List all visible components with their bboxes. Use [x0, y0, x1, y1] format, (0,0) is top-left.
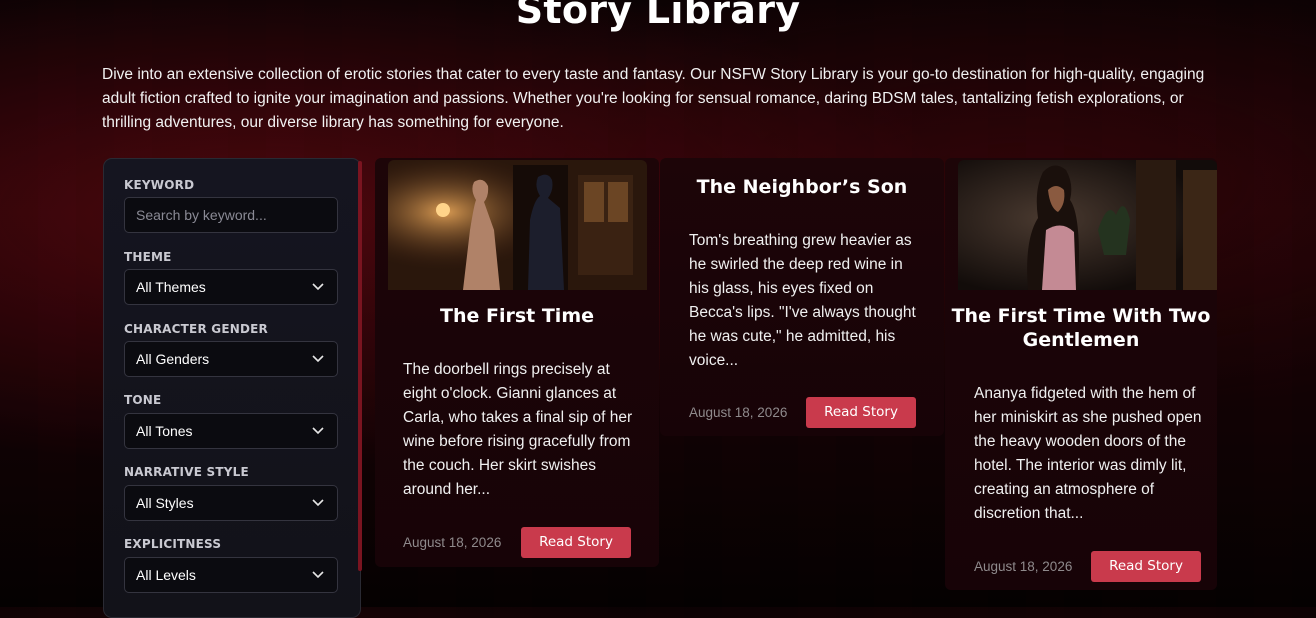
story-excerpt: Ananya fidgeted with the hem of her mini… — [974, 385, 1202, 522]
story-date: August 18, 2026 — [974, 559, 1073, 574]
theme-select-value: All Themes — [136, 279, 206, 295]
character-gender-select[interactable]: All Genders — [124, 341, 338, 377]
page-title: Story Library — [515, 0, 801, 32]
story-date: August 18, 2026 — [689, 405, 788, 420]
explicitness-label: EXPLICITNESS — [124, 537, 222, 551]
story-title[interactable]: The Neighbor’s Son — [660, 175, 944, 199]
story-date: August 18, 2026 — [403, 535, 502, 550]
keyword-search-input[interactable] — [124, 197, 338, 233]
filter-sidebar: KEYWORD THEME All Themes CHARACTER GENDE… — [103, 158, 362, 618]
chevron-down-icon — [312, 283, 324, 291]
read-story-button[interactable]: Read Story — [806, 397, 916, 428]
read-story-button[interactable]: Read Story — [1091, 551, 1201, 582]
explicitness-select-value: All Levels — [136, 567, 196, 583]
sidebar-scrollbar[interactable] — [358, 161, 362, 571]
theme-label: THEME — [124, 250, 172, 264]
chevron-down-icon — [312, 355, 324, 363]
story-title[interactable]: The First Time — [375, 304, 659, 328]
tone-label: TONE — [124, 393, 162, 407]
chevron-down-icon — [312, 499, 324, 507]
woman-hotel-image — [958, 160, 1217, 290]
story-thumbnail[interactable] — [958, 160, 1217, 290]
chevron-down-icon — [312, 571, 324, 579]
tone-select-value: All Tones — [136, 423, 193, 439]
story-thumbnail[interactable] — [388, 160, 647, 290]
character-gender-label: CHARACTER GENDER — [124, 322, 268, 336]
chevron-down-icon — [312, 427, 324, 435]
story-title[interactable]: The First Time With Two Gentlemen — [945, 304, 1217, 352]
story-card[interactable]: The First Time With Two Gentlemen Ananya… — [945, 158, 1217, 590]
theme-select[interactable]: All Themes — [124, 269, 338, 305]
story-excerpt: The doorbell rings precisely at eight o'… — [403, 361, 633, 498]
story-card[interactable]: The First Time The doorbell rings precis… — [375, 158, 659, 567]
gender-select-value: All Genders — [136, 351, 210, 367]
tone-select[interactable]: All Tones — [124, 413, 338, 449]
explicitness-select[interactable]: All Levels — [124, 557, 338, 593]
narrative-style-label: NARRATIVE STYLE — [124, 465, 249, 479]
couple-doorway-image — [388, 160, 647, 290]
style-select-value: All Styles — [136, 495, 194, 511]
read-story-button[interactable]: Read Story — [521, 527, 631, 558]
keyword-label: KEYWORD — [124, 178, 195, 192]
intro-text: Dive into an extensive collection of ero… — [102, 66, 1205, 131]
story-card[interactable]: The Neighbor’s Son Tom's breathing grew … — [660, 158, 944, 436]
narrative-style-select[interactable]: All Styles — [124, 485, 338, 521]
story-excerpt: Tom's breathing grew heavier as he swirl… — [689, 232, 916, 369]
